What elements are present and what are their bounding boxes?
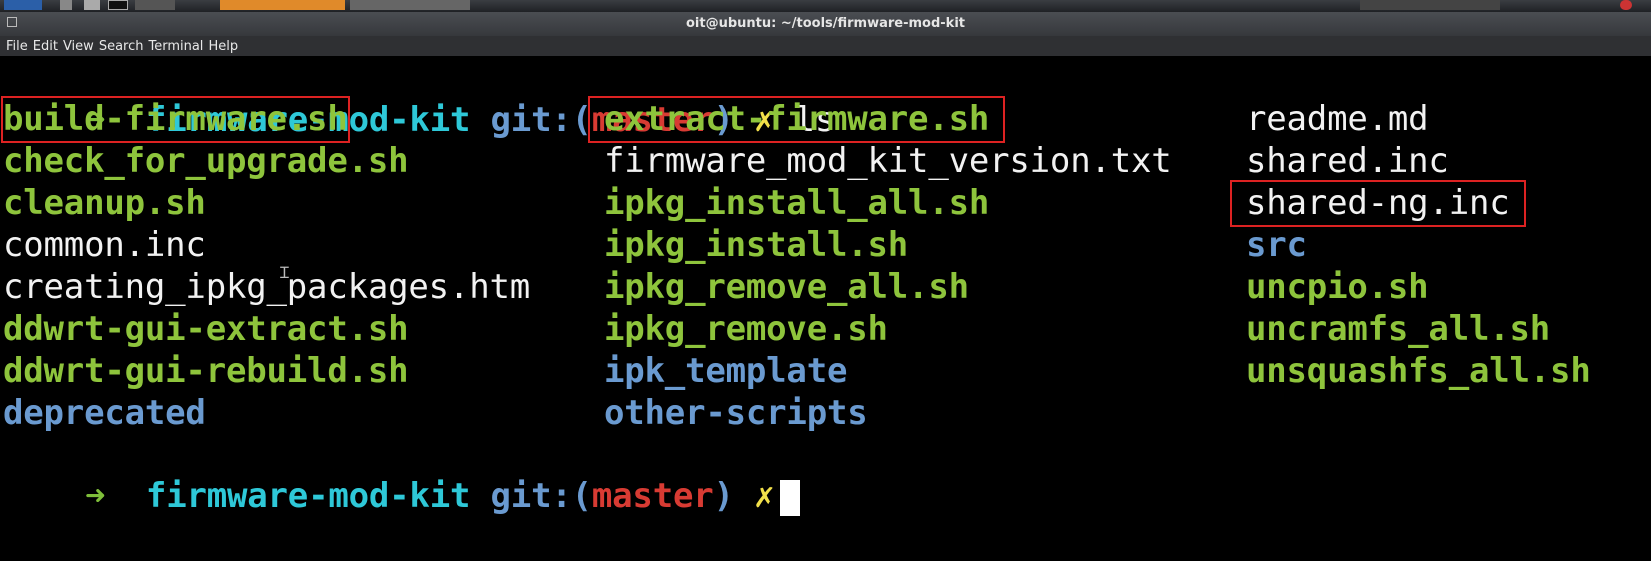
launcher-icon[interactable] <box>84 0 100 10</box>
tray-icons[interactable] <box>1360 0 1500 10</box>
menu-edit[interactable]: Edit <box>33 39 58 54</box>
file-uncramfs-all: uncramfs_all.sh <box>1246 309 1551 349</box>
file-ipkg-remove: ipkg_remove.sh <box>604 309 888 349</box>
menu-file[interactable]: File <box>6 39 28 54</box>
menu-search[interactable]: Search <box>99 39 144 54</box>
prompt-directory: firmware-mod-kit <box>145 476 471 516</box>
dir-src: src <box>1246 225 1307 265</box>
taskbar-button[interactable] <box>135 0 175 10</box>
file-extract-firmware: extract-firmware.sh <box>587 96 1006 143</box>
launcher-icon[interactable] <box>60 0 72 10</box>
file-build-firmware: build-firmware.sh <box>1 96 350 143</box>
file-readme: readme.md <box>1246 99 1429 139</box>
menu-bar: File Edit View Search Terminal Help <box>0 36 1651 56</box>
file-uncpio: uncpio.sh <box>1246 267 1429 307</box>
file-ipkg-remove-all: ipkg_remove_all.sh <box>604 267 969 307</box>
prompt-arrow-icon: ➜ <box>85 476 106 516</box>
window-title: oit@ubuntu: ~/tools/firmware-mod-kit <box>685 16 966 31</box>
taskbar-button[interactable] <box>220 0 345 10</box>
file-firmware-mod-kit-version: firmware_mod_kit_version.txt <box>604 141 1172 181</box>
dir-deprecated: deprecated <box>3 393 206 433</box>
file-unsquashfs-all: unsquashfs_all.sh <box>1246 351 1591 391</box>
file-check-for-upgrade: check_for_upgrade.sh <box>3 141 409 181</box>
file-common-inc: common.inc <box>3 225 206 265</box>
file-creating-ipkg-packages: creating_ipkg_packages.htm <box>3 267 531 307</box>
git-suffix: ) <box>713 476 734 516</box>
file-ddwrt-gui-extract: ddwrt-gui-extract.sh <box>3 309 409 349</box>
git-prefix: git:( <box>490 100 593 140</box>
file-cleanup: cleanup.sh <box>3 183 206 223</box>
file-shared-inc: shared.inc <box>1246 141 1449 181</box>
terminal-cursor <box>780 479 801 516</box>
git-branch: master <box>591 476 714 516</box>
file-ipkg-install-all: ipkg_install_all.sh <box>604 183 990 223</box>
app-menu-icon[interactable] <box>4 0 42 10</box>
terminal-area[interactable]: ➜ firmware-mod-kit git:(master) ✗ ls bui… <box>0 56 1651 516</box>
prompt-line-1: ➜ firmware-mod-kit git:(master) ✗ ls <box>4 56 835 140</box>
top-system-panel <box>0 0 1651 12</box>
launcher-icon[interactable] <box>108 0 128 10</box>
file-ddwrt-gui-rebuild: ddwrt-gui-rebuild.sh <box>3 351 409 391</box>
taskbar-button[interactable] <box>350 0 470 10</box>
git-prefix: git:( <box>490 476 593 516</box>
menu-help[interactable]: Help <box>208 39 238 54</box>
power-icon[interactable] <box>1620 0 1632 10</box>
dir-ipk-template: ipk_template <box>604 351 848 391</box>
dir-other-scripts: other-scripts <box>604 393 868 433</box>
menu-terminal[interactable]: Terminal <box>148 39 203 54</box>
window-title-bar[interactable]: oit@ubuntu: ~/tools/firmware-mod-kit <box>0 12 1651 36</box>
dirty-mark-icon: ✗ <box>754 476 775 516</box>
file-ipkg-install: ipkg_install.sh <box>604 225 909 265</box>
prompt-line-2: ➜ firmware-mod-kit git:(master) ✗ <box>4 432 801 516</box>
mouse-ibeam-cursor-icon: Ɪ <box>280 263 289 282</box>
file-shared-ng-inc: shared-ng.inc <box>1230 180 1526 227</box>
menu-view[interactable]: View <box>63 39 94 54</box>
